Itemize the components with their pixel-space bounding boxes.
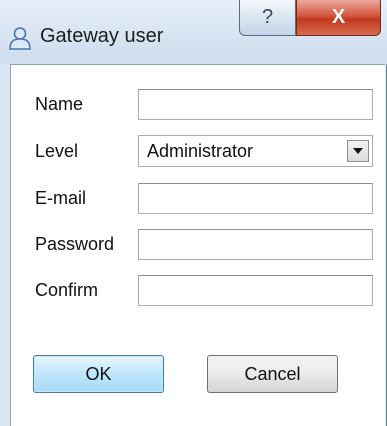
email-label: E-mail: [35, 188, 87, 208]
password-label: Password: [35, 234, 115, 254]
help-icon: ?: [261, 6, 274, 28]
level-selected-value: Administrator: [147, 141, 254, 161]
dialog-body: Name Level Administrator E-mail Password…: [10, 64, 385, 426]
close-icon: X: [331, 6, 346, 28]
title-bar[interactable]: Gateway user ? X: [0, 0, 387, 64]
help-button[interactable]: ?: [239, 0, 296, 36]
user-icon: [8, 26, 32, 50]
close-button[interactable]: X: [296, 0, 381, 36]
dropdown-arrow-icon[interactable]: [347, 140, 369, 162]
level-label: Level: [35, 141, 79, 161]
cancel-button[interactable]: Cancel: [207, 355, 338, 393]
name-label: Name: [35, 94, 84, 114]
level-select[interactable]: Administrator: [138, 135, 373, 167]
ok-button[interactable]: OK: [33, 355, 164, 393]
dialog-window: Gateway user ? X Name Level Administrato…: [0, 0, 387, 426]
window-title: Gateway user: [40, 25, 164, 47]
name-field[interactable]: [138, 89, 373, 120]
password-field[interactable]: [138, 229, 373, 260]
confirm-label: Confirm: [35, 280, 99, 300]
confirm-password-field[interactable]: [138, 275, 373, 306]
email-field[interactable]: [138, 183, 373, 214]
